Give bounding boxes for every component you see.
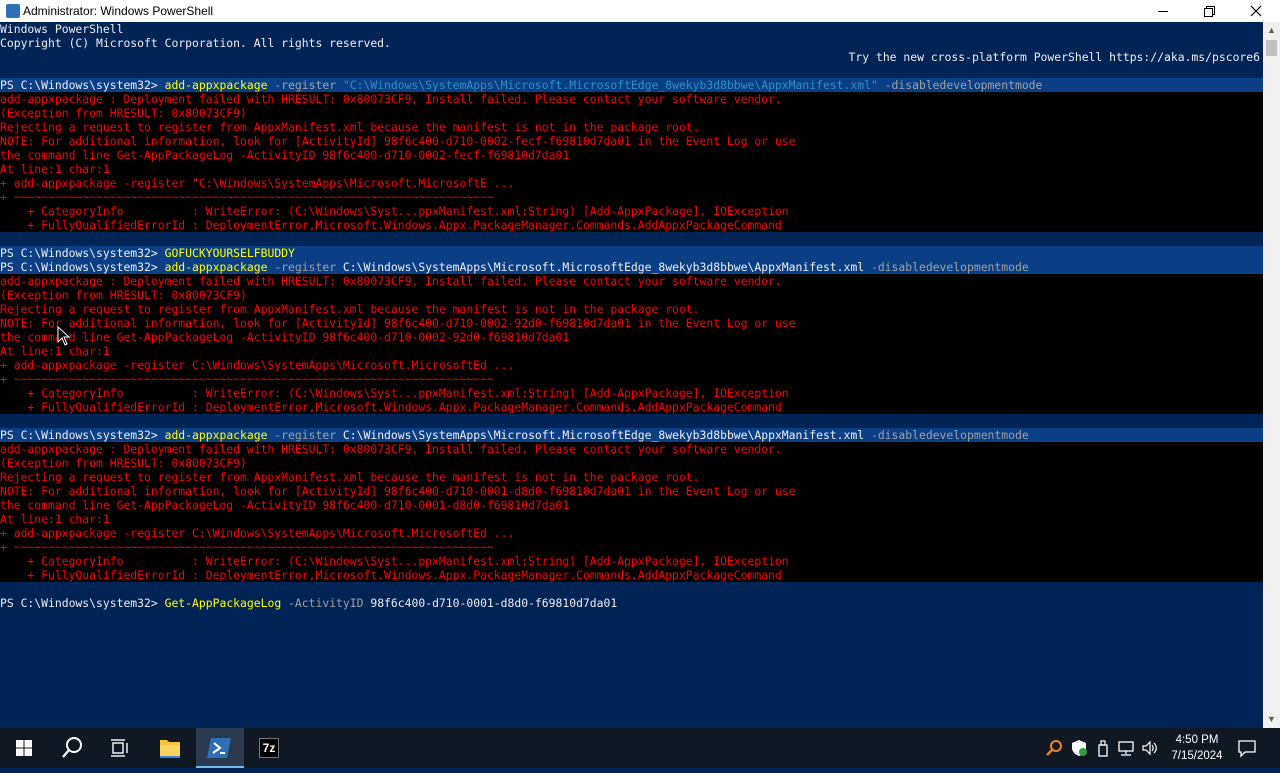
error-line: the command line Get-AppPackageLog -Acti… [0,498,570,512]
error-line: add-appxpackage : Deployment failed with… [0,92,782,106]
powershell-icon [6,4,20,18]
prompt-text: PS C:\Windows\system32> [0,596,165,610]
command-line: PS C:\Windows\system32> Get-AppPackageLo… [0,596,1263,610]
folder-icon [160,740,180,758]
error-line: (Exception from HRESULT: 0x80073CF9) [0,288,247,302]
usb-device-icon[interactable] [1093,738,1113,758]
security-shield-icon[interactable] [1069,738,1089,758]
command-name: Get-AppPackageLog [164,596,282,610]
error-line: + add-appxpackage -register C:\Windows\S… [0,526,515,540]
error-line: At line:1 char:1 [0,162,110,176]
minimize-button[interactable] [1141,0,1187,22]
file-explorer-button[interactable] [146,728,194,768]
error-line: (Exception from HRESULT: 0x80073CF9) [0,456,247,470]
error-line: NOTE: For additional information, look f… [0,134,796,148]
prompt-text: PS C:\Windows\system32> [0,78,165,92]
7zip-icon: 7z [259,738,279,758]
error-line: add-appxpackage : Deployment failed with… [0,442,782,456]
error-line: + CategoryInfo : WriteError: (C:\Windows… [0,386,789,400]
command-argument: "C:\Windows\SystemApps\Microsoft.Microso… [342,78,878,92]
header-line: Copyright (C) Microsoft Corporation. All… [0,36,391,50]
error-line: + CategoryInfo : WriteError: (C:\Windows… [0,204,789,218]
command-parameter: -register [267,260,343,274]
taskbar-clock[interactable]: 4:50 PM 7/15/2024 [1160,732,1234,764]
prompt-text: PS C:\Windows\system32> [0,260,165,274]
title-bar: Administrator: Windows PowerShell [0,0,1280,22]
error-line: NOTE: For additional information, look f… [0,316,796,330]
vertical-scrollbar[interactable]: ▲ ▼ [1263,22,1280,728]
error-line: NOTE: For additional information, look f… [0,484,796,498]
command-name: add-appxpackage [164,260,268,274]
windows-logo-icon [16,740,32,756]
console-output[interactable]: Windows PowerShell Copyright (C) Microsof… [0,22,1263,728]
error-line: + FullyQualifiedErrorId : DeploymentErro… [0,400,782,414]
command-flag: -disabledevelopmentmode [864,260,1029,274]
command-line: PS C:\Windows\system32> GOFUCKYOURSELFBU… [0,246,1263,260]
7zip-label: 7z [262,741,276,755]
command-flag: -disabledevelopmentmode [877,78,1043,92]
start-button[interactable] [0,728,48,768]
command-argument: C:\Windows\SystemApps\Microsoft.Microsof… [342,260,865,274]
mouse-cursor-icon [57,326,71,346]
error-line: (Exception from HRESULT: 0x80073CF9) [0,106,247,120]
command-parameter: -register [267,78,343,92]
search-button[interactable] [48,728,96,768]
command-line: PS C:\Windows\system32> add-appxpackage … [0,260,1263,274]
command-line: PS C:\Windows\system32> add-appxpackage … [0,78,1263,92]
close-button[interactable] [1233,0,1279,22]
error-line: + ~~~~~~~~~~~~~~~~~~~~~~~~~~~~~~~~~~~~~~… [0,190,494,204]
command-name: add-appxpackage [164,428,268,442]
search-tray-icon[interactable] [1044,738,1064,758]
notification-center-icon[interactable] [1236,738,1258,758]
clock-time: 4:50 PM [1175,734,1219,746]
scrollbar-thumb[interactable] [1266,40,1277,56]
error-line: add-appxpackage : Deployment failed with… [0,274,782,288]
scroll-up-icon[interactable]: ▲ [1263,22,1280,39]
error-line: Rejecting a request to register from App… [0,302,700,316]
error-line: Rejecting a request to register from App… [0,470,700,484]
prompt-text: PS C:\Windows\system32> [0,428,165,442]
error-line: + add-appxpackage -register "C:\Windows\… [0,176,515,190]
command-parameter: -ActivityID [281,596,371,610]
scroll-down-icon[interactable]: ▼ [1263,711,1280,728]
powershell-taskbar-button[interactable] [196,728,244,768]
task-view-button[interactable] [96,728,144,768]
task-view-icon [111,739,128,757]
prompt-text: PS C:\Windows\system32> [0,246,165,260]
error-line: the command line Get-AppPackageLog -Acti… [0,148,570,162]
search-icon [62,737,82,758]
error-line: the command line Get-AppPackageLog -Acti… [0,330,570,344]
powershell-icon [207,738,231,758]
error-line: At line:1 char:1 [0,512,110,526]
network-icon[interactable] [1116,738,1136,758]
error-line: + FullyQualifiedErrorId : DeploymentErro… [0,218,782,232]
error-line: + FullyQualifiedErrorId : DeploymentErro… [0,568,782,582]
command-name: add-appxpackage [164,78,268,92]
command-name: GOFUCKYOURSELFBUDDY [164,246,295,260]
pscore-notice: Try the new cross-platform PowerShell ht… [848,50,1260,64]
error-line: Rejecting a request to register from App… [0,120,700,134]
error-line: + ~~~~~~~~~~~~~~~~~~~~~~~~~~~~~~~~~~~~~~… [0,540,494,554]
window-title: Administrator: Windows PowerShell [23,4,214,18]
error-line: + ~~~~~~~~~~~~~~~~~~~~~~~~~~~~~~~~~~~~~~… [0,372,494,386]
command-parameter: -register [267,428,343,442]
taskbar: 7z 4:50 PM 7/15/2024 [0,728,1280,768]
command-flag: -disabledevelopmentmode [864,428,1029,442]
restore-button[interactable] [1187,0,1233,22]
header-line: Windows PowerShell [0,22,124,36]
error-line: + CategoryInfo : WriteError: (C:\Windows… [0,554,789,568]
clock-date: 7/15/2024 [1171,750,1223,762]
command-line: PS C:\Windows\system32> add-appxpackage … [0,428,1263,442]
error-line: + add-appxpackage -register C:\Windows\S… [0,358,515,372]
volume-icon[interactable] [1140,738,1160,758]
7zip-taskbar-button[interactable]: 7z [245,728,293,768]
command-argument: 98f6c400-d710-0001-d8d0-f69810d7da01 [370,596,618,610]
command-argument: C:\Windows\SystemApps\Microsoft.Microsof… [342,428,865,442]
error-line: At line:1 char:1 [0,344,110,358]
